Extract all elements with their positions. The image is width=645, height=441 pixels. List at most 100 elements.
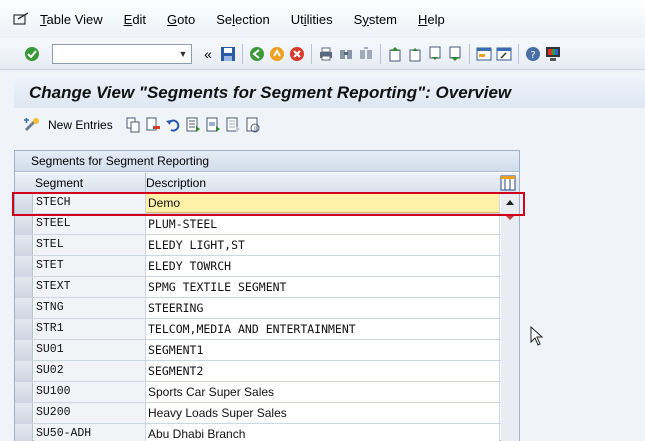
- table-row[interactable]: SU01 SEGMENT1: [15, 340, 519, 361]
- menu-edit[interactable]: Edit: [124, 12, 146, 27]
- table-row[interactable]: STECH Demo: [15, 193, 519, 214]
- undo-change-icon[interactable]: [163, 115, 183, 135]
- new-entries-button[interactable]: New Entries: [48, 118, 113, 132]
- vertical-scrollbar[interactable]: [501, 193, 519, 441]
- toolbar-separator: [380, 43, 381, 64]
- row-selector[interactable]: [15, 403, 33, 423]
- row-selector[interactable]: [15, 424, 33, 441]
- menu-utilities[interactable]: Utilities: [291, 12, 333, 27]
- select-all-icon[interactable]: [183, 115, 203, 135]
- table-settings-icon[interactable]: [500, 175, 516, 191]
- save-icon[interactable]: [218, 44, 238, 64]
- enter-check-icon[interactable]: [22, 44, 42, 64]
- menu-selection[interactable]: Selection: [216, 12, 270, 27]
- title-bar: Change View "Segments for Segment Report…: [14, 78, 645, 108]
- row-selector[interactable]: [15, 298, 33, 318]
- toolbar-separator: [311, 43, 312, 64]
- scroll-down-icon[interactable]: [501, 213, 519, 223]
- description-input[interactable]: Heavy Loads Super Sales: [146, 403, 500, 423]
- segment-cell: SU200: [34, 403, 146, 423]
- menu-help[interactable]: Help: [418, 12, 445, 27]
- description-input[interactable]: Demo: [146, 193, 500, 213]
- menu-goto[interactable]: Goto: [167, 12, 195, 27]
- table-title: Segments for Segment Reporting: [15, 151, 519, 172]
- table-row[interactable]: SU100 Sports Car Super Sales: [15, 382, 519, 403]
- row-selector[interactable]: [15, 193, 33, 213]
- description-input[interactable]: TELCOM,MEDIA AND ENTERTAINMENT: [146, 319, 500, 339]
- find-icon[interactable]: [336, 44, 356, 64]
- segment-cell: STNG: [34, 298, 146, 318]
- row-selector[interactable]: [15, 382, 33, 402]
- segment-cell: STR1: [34, 319, 146, 339]
- help-icon[interactable]: ?: [523, 44, 543, 64]
- row-selector[interactable]: [15, 340, 33, 360]
- cancel-icon[interactable]: [287, 44, 307, 64]
- toolbar-separator: [518, 43, 519, 64]
- svg-text:i: i: [254, 126, 255, 132]
- deselect-all-icon[interactable]: [223, 115, 243, 135]
- previous-page-icon[interactable]: [405, 44, 425, 64]
- table-row[interactable]: STNG STEERING: [15, 298, 519, 319]
- mouse-cursor-icon: [530, 326, 544, 346]
- scroll-up-icon[interactable]: [501, 193, 519, 211]
- copy-as-icon[interactable]: [123, 115, 143, 135]
- segment-cell: SU50-ADH: [34, 424, 146, 441]
- system-menu-icon[interactable]: [12, 10, 30, 28]
- shortcut-icon[interactable]: [494, 44, 514, 64]
- exit-icon[interactable]: [267, 44, 287, 64]
- command-field[interactable]: ▼: [52, 43, 192, 64]
- create-session-icon[interactable]: [474, 44, 494, 64]
- description-input[interactable]: SPMG TEXTILE SEGMENT: [146, 277, 500, 297]
- first-page-icon[interactable]: [385, 44, 405, 64]
- row-selector[interactable]: [15, 256, 33, 276]
- segment-cell: STEXT: [34, 277, 146, 297]
- table-row[interactable]: STR1 TELCOM,MEDIA AND ENTERTAINMENT: [15, 319, 519, 340]
- chevron-down-icon[interactable]: ▼: [177, 48, 189, 60]
- menu-system[interactable]: System: [354, 12, 397, 27]
- page-title: Change View "Segments for Segment Report…: [29, 83, 512, 102]
- row-selector[interactable]: [15, 277, 33, 297]
- row-selector[interactable]: [15, 361, 33, 381]
- description-input[interactable]: Abu Dhabi Branch: [146, 424, 500, 441]
- table-row[interactable]: SU50-ADH Abu Dhabi Branch: [15, 424, 519, 441]
- last-page-icon[interactable]: [445, 44, 465, 64]
- find-next-icon[interactable]: [356, 44, 376, 64]
- delete-icon[interactable]: [143, 115, 163, 135]
- segment-cell: STEL: [34, 235, 146, 255]
- menu-bar: Table View Edit Goto Selection Utilities…: [0, 0, 645, 38]
- table-header: Segment Description: [15, 173, 519, 193]
- customize-layout-icon[interactable]: [543, 44, 563, 64]
- next-page-icon[interactable]: [425, 44, 445, 64]
- table-row[interactable]: SU200 Heavy Loads Super Sales: [15, 403, 519, 424]
- segment-cell: SU01: [34, 340, 146, 360]
- table-row[interactable]: STET ELEDY TOWRCH: [15, 256, 519, 277]
- description-input[interactable]: STEERING: [146, 298, 500, 318]
- column-header-segment[interactable]: Segment: [35, 176, 83, 190]
- description-input[interactable]: PLUM-STEEL: [146, 214, 500, 234]
- toolbar-separator: [242, 43, 243, 64]
- print-icon[interactable]: [316, 44, 336, 64]
- column-header-description[interactable]: Description: [146, 176, 206, 190]
- toolbar-separator: [469, 43, 470, 64]
- table-row[interactable]: STEEL PLUM-STEEL: [15, 214, 519, 235]
- table-row[interactable]: STEXT SPMG TEXTILE SEGMENT: [15, 277, 519, 298]
- description-input[interactable]: Sports Car Super Sales: [146, 382, 500, 402]
- table-row[interactable]: STEL ELEDY LIGHT,ST: [15, 235, 519, 256]
- segments-table: Segments for Segment Reporting Segment D…: [14, 150, 520, 441]
- description-input[interactable]: ELEDY TOWRCH: [146, 256, 500, 276]
- select-block-icon[interactable]: [203, 115, 223, 135]
- table-rows: STECH Demo STEEL PLUM-STEEL STEL ELEDY L…: [15, 193, 519, 441]
- menu-table-view[interactable]: Table View: [40, 12, 103, 27]
- table-row[interactable]: SU02 SEGMENT2: [15, 361, 519, 382]
- collapse-command-icon[interactable]: «: [198, 44, 218, 64]
- row-selector[interactable]: [15, 319, 33, 339]
- description-input[interactable]: ELEDY LIGHT,ST: [146, 235, 500, 255]
- back-icon[interactable]: [247, 44, 267, 64]
- description-input[interactable]: SEGMENT2: [146, 361, 500, 381]
- print-field-names-icon[interactable]: i: [243, 115, 263, 135]
- application-toolbar: New Entries i: [14, 110, 645, 140]
- row-selector[interactable]: [15, 214, 33, 234]
- display-change-icon[interactable]: [22, 115, 42, 135]
- row-selector[interactable]: [15, 235, 33, 255]
- description-input[interactable]: SEGMENT1: [146, 340, 500, 360]
